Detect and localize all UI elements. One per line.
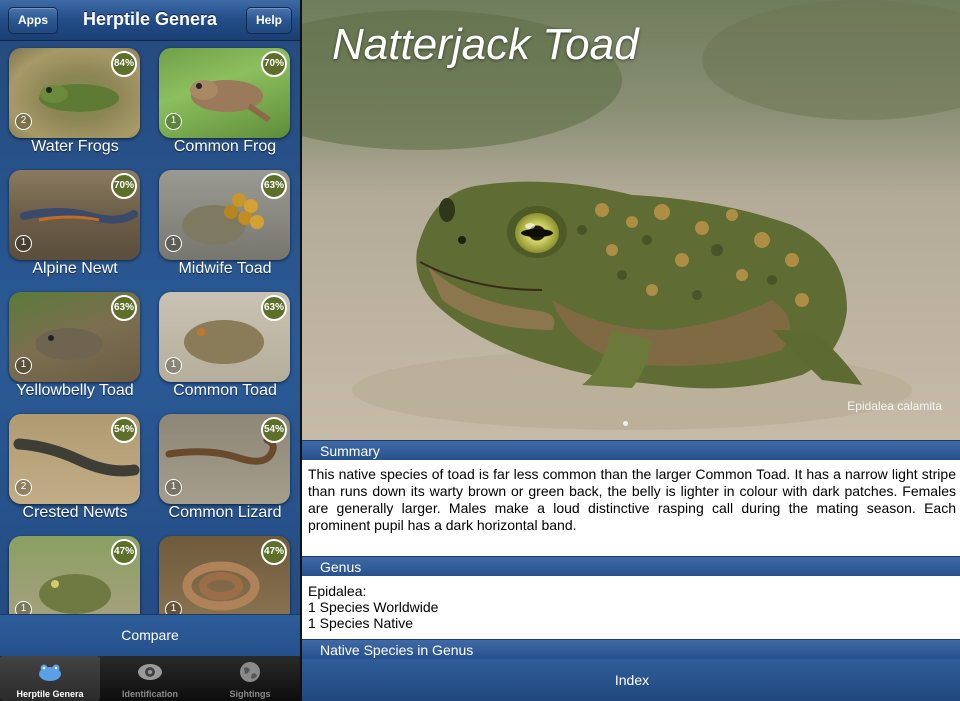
- genus-header: Genus: [302, 556, 960, 576]
- genus-thumbnail: 70% 1: [159, 48, 290, 138]
- tab-label: Sightings: [229, 689, 271, 699]
- tab-label: Identification: [122, 689, 178, 699]
- genus-info: Epidalea: 1 Species Worldwide 1 Species …: [308, 583, 948, 631]
- species-title: Natterjack Toad: [332, 20, 639, 69]
- genus-tile-viper[interactable]: 47% 1: [150, 530, 300, 614]
- match-percent-badge: 63%: [261, 295, 287, 321]
- native-species-header[interactable]: Native Species in Genus: [302, 639, 960, 659]
- species-count-badge: 1: [165, 479, 182, 496]
- species-count-badge: 1: [165, 113, 182, 130]
- genus-thumbnail: 54% 1: [159, 414, 290, 504]
- species-count-badge: 2: [15, 113, 32, 130]
- genus-native-count: 1 Species Native: [308, 615, 414, 631]
- genus-thumbnail: 54% 2: [9, 414, 140, 504]
- genus-label: Crested Newts: [22, 504, 128, 521]
- genus-label: Yellowbelly Toad: [16, 382, 134, 399]
- genus-label: Alpine Newt: [32, 260, 118, 277]
- match-percent-badge: 63%: [261, 173, 287, 199]
- genus-label: Common Lizard: [168, 504, 282, 521]
- nav-title: Herptile Genera: [82, 9, 218, 29]
- genera-grid[interactable]: 84% 2 Water Frogs 70% 1 Common Frog 70% …: [0, 42, 300, 614]
- match-percent-badge: 54%: [261, 417, 287, 443]
- genus-tile-common-lizard[interactable]: 54% 1 Common Lizard: [150, 408, 300, 530]
- detail-panel: Natterjack Toad Epidalea calamita Summar…: [300, 0, 960, 701]
- genus-label: Water Frogs: [31, 138, 119, 155]
- tab-sightings[interactable]: Sightings: [200, 656, 300, 701]
- genus-thumbnail: 84% 2: [9, 48, 140, 138]
- page-indicator: [623, 421, 628, 426]
- tab-label: Herptile Genera: [16, 689, 84, 699]
- genus-name: Epidalea:: [308, 583, 367, 599]
- match-percent-badge: 54%: [111, 417, 137, 443]
- species-count-badge: 1: [15, 235, 32, 252]
- genus-thumbnail: 47% 1: [159, 536, 290, 614]
- match-percent-badge: 63%: [111, 295, 137, 321]
- nav-bar: Apps Herptile Genera Help: [0, 0, 300, 41]
- genus-tile-natterjack-toad[interactable]: 47% 1: [0, 530, 150, 614]
- genera-panel: Apps Herptile Genera Help 84% 2 Water Fr…: [0, 0, 300, 701]
- tab-identification[interactable]: Identification: [100, 656, 200, 701]
- photo-caption: Epidalea calamita: [847, 399, 942, 413]
- match-percent-badge: 47%: [111, 539, 137, 565]
- species-count-badge: 1: [15, 357, 32, 374]
- genus-label: Midwife Toad: [178, 260, 272, 277]
- genus-tile-crested-newts[interactable]: 54% 2 Crested Newts: [0, 408, 150, 530]
- apps-button[interactable]: Apps: [8, 7, 58, 34]
- genus-thumbnail: 63% 1: [9, 292, 140, 382]
- match-percent-badge: 70%: [261, 51, 287, 77]
- match-percent-badge: 47%: [261, 539, 287, 565]
- index-button[interactable]: Index: [302, 659, 960, 701]
- tab-herptile-genera[interactable]: Herptile Genera: [0, 656, 100, 701]
- genus-thumbnail: 63% 1: [159, 292, 290, 382]
- species-count-badge: 1: [165, 601, 182, 614]
- match-percent-badge: 70%: [111, 173, 137, 199]
- eye-icon: [138, 664, 162, 680]
- genus-label: Common Toad: [173, 382, 277, 399]
- genus-worldwide-count: 1 Species Worldwide: [308, 599, 439, 615]
- species-count-badge: 1: [165, 357, 182, 374]
- species-count-badge: 1: [165, 235, 182, 252]
- genus-thumbnail: 70% 1: [9, 170, 140, 260]
- genus-tile-common-toad[interactable]: 63% 1 Common Toad: [150, 286, 300, 408]
- species-count-badge: 2: [15, 479, 32, 496]
- genus-tile-alpine-newt[interactable]: 70% 1 Alpine Newt: [0, 164, 150, 286]
- genus-thumbnail: 47% 1: [9, 536, 140, 614]
- genus-thumbnail: 63% 1: [159, 170, 290, 260]
- genus-tile-water-frogs[interactable]: 84% 2 Water Frogs: [0, 42, 150, 164]
- species-photo[interactable]: Natterjack Toad Epidalea calamita: [302, 0, 960, 440]
- genus-label: Common Frog: [173, 138, 277, 155]
- app-window: Apps Herptile Genera Help 84% 2 Water Fr…: [0, 0, 960, 701]
- species-count-badge: 1: [15, 601, 32, 614]
- genus-tile-yellowbelly-toad[interactable]: 63% 1 Yellowbelly Toad: [0, 286, 150, 408]
- compare-button[interactable]: Compare: [0, 614, 300, 656]
- summary-header: Summary: [302, 440, 960, 460]
- globe-icon: [240, 662, 260, 682]
- tab-bar: Herptile Genera Identification Sightings: [0, 656, 300, 701]
- match-percent-badge: 84%: [111, 51, 137, 77]
- help-button[interactable]: Help: [245, 7, 292, 34]
- genus-tile-common-frog[interactable]: 70% 1 Common Frog: [150, 42, 300, 164]
- summary-text: This native species of toad is far less …: [308, 466, 956, 533]
- genus-tile-midwife-toad[interactable]: 63% 1 Midwife Toad: [150, 164, 300, 286]
- frog-icon: [39, 664, 61, 681]
